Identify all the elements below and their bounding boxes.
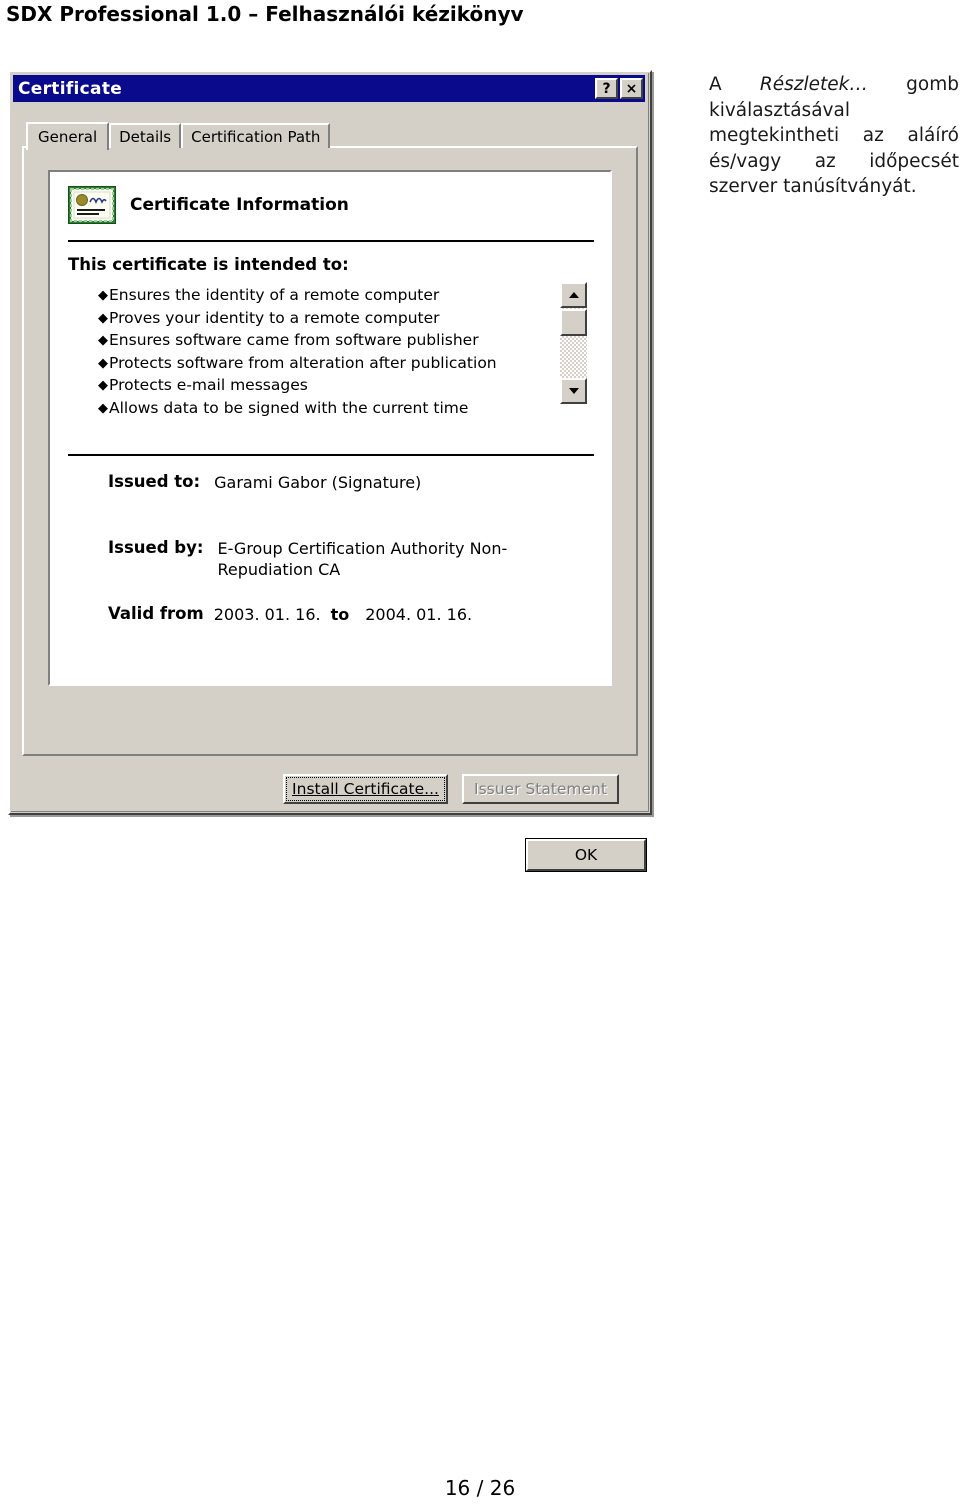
scroll-up-button[interactable] <box>560 282 587 308</box>
chevron-down-icon <box>568 388 579 394</box>
list-item-label: Ensures the identity of a remote compute… <box>109 286 440 304</box>
bullet-icon: ◆ <box>98 288 108 303</box>
side-note-line3: megtekintheti az aláíró <box>709 125 959 146</box>
valid-to-value: 2004. 01. 16. <box>365 605 473 624</box>
side-note: A Részletek… gomb kiválasztásával megtek… <box>709 72 959 200</box>
side-note-line4: és/vagy az időpecsét <box>709 150 959 172</box>
bullet-icon: ◆ <box>98 333 108 348</box>
ok-button-label: OK <box>574 846 598 864</box>
tab-details-label: Details <box>119 127 172 146</box>
issuer-statement-button: Issuer Statement <box>462 774 619 804</box>
tab-strip: General Details Certification Path <box>26 122 331 150</box>
bullet-icon: ◆ <box>98 378 108 393</box>
divider-top <box>68 240 594 242</box>
list-item-label: Proves your identity to a remote compute… <box>109 308 440 327</box>
list-item-label: Protects software from alteration after … <box>109 353 497 372</box>
purpose-list-scrollbar[interactable] <box>560 282 587 404</box>
bullet-icon: ◆ <box>98 400 108 416</box>
bullet-icon: ◆ <box>98 310 108 326</box>
side-note-line5: szerver tanúsítványát. <box>709 176 917 197</box>
valid-from-label: Valid from <box>108 604 204 623</box>
tab-general[interactable]: General <box>26 122 110 150</box>
divider-bottom <box>68 454 594 456</box>
certificate-info-panel: Certificate Information This certificate… <box>48 170 612 686</box>
purpose-list: ◆Ensures the identity of a remote comput… <box>98 285 548 420</box>
side-note-line2: kiválasztásával <box>709 99 850 121</box>
list-item-label: Ensures software came from software publ… <box>109 331 479 349</box>
bullet-icon: ◆ <box>98 355 108 371</box>
side-note-emphasis: Részletek… <box>759 74 868 95</box>
issuer-statement-label: Issuer Statement <box>474 780 607 798</box>
list-item: ◆Protects software from alteration after… <box>98 353 548 376</box>
list-item-label: Allows data to be signed with the curren… <box>109 398 469 417</box>
side-note-word-a: A <box>709 74 722 95</box>
issued-to-row: Issued to: Garami Gabor (Signature) <box>108 472 421 493</box>
issued-by-value: E-Group Certification Authority Non-Repu… <box>217 539 508 579</box>
install-certificate-label: Install Certificate... <box>292 780 439 798</box>
certificate-dialog: Certificate ? × General Details Certific… <box>8 70 652 872</box>
issued-to-label: Issued to: <box>108 472 201 491</box>
list-item: ◆Protects e-mail messages <box>98 375 548 398</box>
certificate-information-title: Certificate Information <box>130 195 349 215</box>
issued-to-value: Garami Gabor (Signature) <box>214 473 422 492</box>
list-item: ◆Proves your identity to a remote comput… <box>98 308 548 331</box>
list-item: ◆Allows data to be signed with the curre… <box>98 398 548 421</box>
tab-certification-path-label: Certification Path <box>191 127 321 146</box>
tab-details[interactable]: Details <box>109 123 182 148</box>
scroll-down-button[interactable] <box>560 378 587 404</box>
scrollbar-thumb[interactable] <box>560 309 587 336</box>
page-number: 16 / 26 <box>444 1476 516 1500</box>
issued-by-label: Issued by: <box>108 538 204 557</box>
tab-general-label: General <box>38 128 98 146</box>
install-certificate-button[interactable]: Install Certificate... <box>283 774 448 804</box>
dialog-title: Certificate <box>18 78 123 99</box>
close-icon[interactable]: × <box>620 78 643 99</box>
help-icon[interactable]: ? <box>595 78 618 99</box>
dialog-titlebar: Certificate ? × <box>13 75 645 102</box>
valid-to-label: to <box>330 605 350 624</box>
intended-purposes-label: This certificate is intended to: <box>68 255 349 274</box>
certificate-information-header: Certificate Information <box>68 186 349 224</box>
validity-row: Valid from 2003. 01. 16. to 2004. 01. 16… <box>108 604 472 625</box>
list-item: ◆Ensures software came from software pub… <box>98 330 548 353</box>
list-item: ◆Ensures the identity of a remote comput… <box>98 285 548 308</box>
certificate-icon <box>68 186 116 224</box>
issued-by-row: Issued by: E-Group Certification Authori… <box>108 538 578 580</box>
chevron-up-icon <box>568 292 579 298</box>
tab-certification-path[interactable]: Certification Path <box>181 123 331 148</box>
ok-button[interactable]: OK <box>525 838 647 872</box>
list-item-label: Protects e-mail messages <box>109 376 308 394</box>
valid-from-value: 2003. 01. 16. <box>213 605 321 624</box>
page-title: SDX Professional 1.0 – Felhasználói kézi… <box>6 2 524 26</box>
side-note-word-gomb: gomb <box>906 74 959 95</box>
